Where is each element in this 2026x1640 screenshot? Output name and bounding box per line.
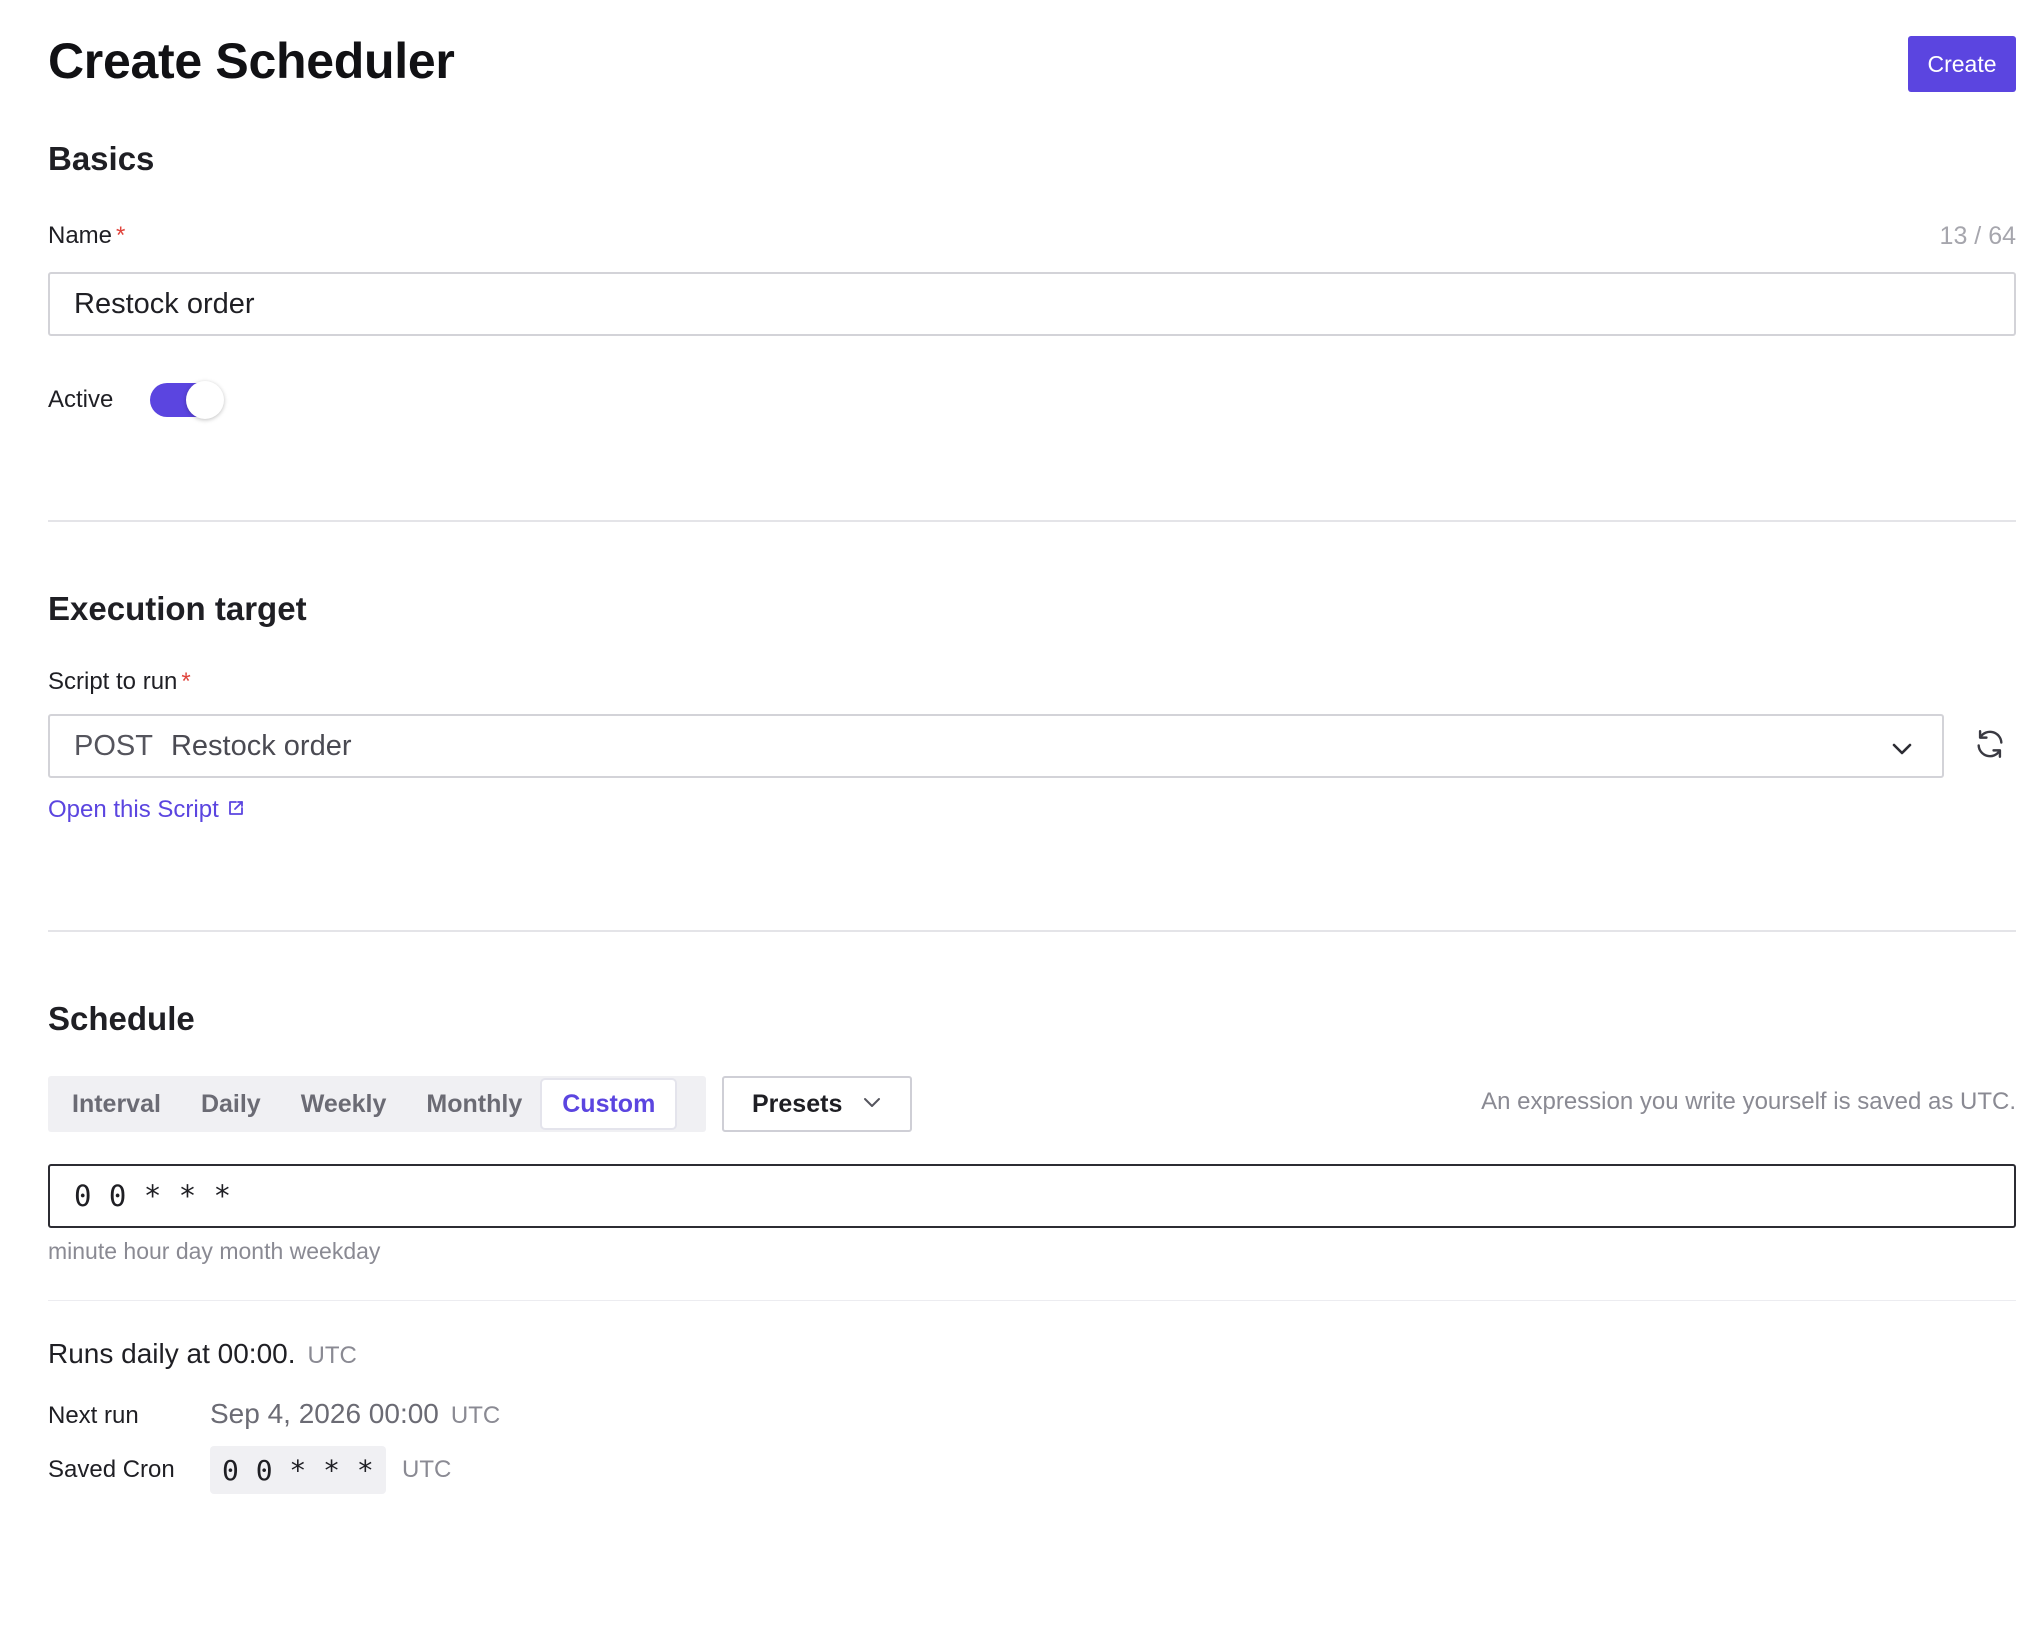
create-scheduler-page: Create Scheduler Create Basics Name * 13 … — [0, 0, 2026, 1640]
toggle-knob — [186, 381, 224, 419]
name-label: Name * — [48, 222, 125, 250]
timezone-tag: UTC — [450, 1402, 501, 1429]
name-input[interactable] — [48, 272, 2016, 336]
refresh-scripts-button[interactable] — [1970, 726, 2010, 766]
script-select[interactable]: POST Restock order — [48, 714, 1944, 778]
chevron-down-icon — [862, 1090, 882, 1119]
presets-dropdown[interactable]: Presets — [722, 1076, 912, 1132]
chevron-down-icon — [1890, 736, 1914, 760]
utc-note: An expression you write yourself is save… — [1481, 1088, 2016, 1115]
tab-daily[interactable]: Daily — [181, 1080, 281, 1128]
section-title-schedule: Schedule — [48, 1000, 195, 1037]
name-char-counter: 13 / 64 — [1939, 222, 2016, 250]
script-method-badge: POST — [74, 729, 153, 762]
open-script-link-text: Open this Script — [48, 796, 219, 823]
section-title-execution-target: Execution target — [48, 590, 307, 627]
saved-cron-label: Saved Cron — [48, 1456, 175, 1483]
schedule-summary-text: Runs daily at 00:00. — [48, 1338, 296, 1369]
saved-cron-value: 0 0 * * * — [210, 1446, 386, 1494]
presets-label: Presets — [752, 1089, 843, 1118]
timezone-tag: UTC — [307, 1342, 357, 1369]
section-divider — [48, 930, 2016, 932]
active-label: Active — [48, 386, 114, 413]
tab-custom[interactable]: Custom — [542, 1080, 676, 1128]
script-label: Script to run * — [48, 668, 191, 696]
name-label-text: Name — [48, 222, 113, 249]
next-run-label: Next run — [48, 1402, 139, 1429]
next-run-value: Sep 4, 2026 00:00 UTC — [210, 1398, 500, 1430]
create-button[interactable]: Create — [1908, 36, 2016, 92]
active-toggle[interactable] — [150, 381, 224, 419]
script-select-value: Restock order — [170, 729, 352, 762]
schedule-divider — [48, 1300, 2016, 1301]
section-title-basics: Basics — [48, 140, 155, 177]
schedule-summary: Runs daily at 00:00. UTC — [48, 1338, 357, 1370]
cron-field-hint: minute hour day month weekday — [48, 1238, 381, 1264]
required-mark: * — [181, 668, 191, 695]
required-mark: * — [116, 222, 126, 249]
cron-expression-input[interactable] — [48, 1164, 2016, 1228]
schedule-mode-tabs: Interval Daily Weekly Monthly Custom — [48, 1076, 706, 1132]
page-title: Create Scheduler — [48, 33, 455, 89]
section-divider — [48, 520, 2016, 522]
open-script-link[interactable]: Open this Script — [48, 796, 245, 824]
next-run-date: Sep 4, 2026 00:00 — [210, 1398, 439, 1429]
external-link-icon — [227, 796, 245, 824]
tab-interval[interactable]: Interval — [52, 1080, 181, 1128]
refresh-icon — [1973, 727, 2007, 766]
timezone-tag: UTC — [402, 1456, 452, 1483]
tab-monthly[interactable]: Monthly — [406, 1080, 542, 1128]
script-label-text: Script to run — [48, 668, 178, 695]
tab-weekly[interactable]: Weekly — [281, 1080, 407, 1128]
